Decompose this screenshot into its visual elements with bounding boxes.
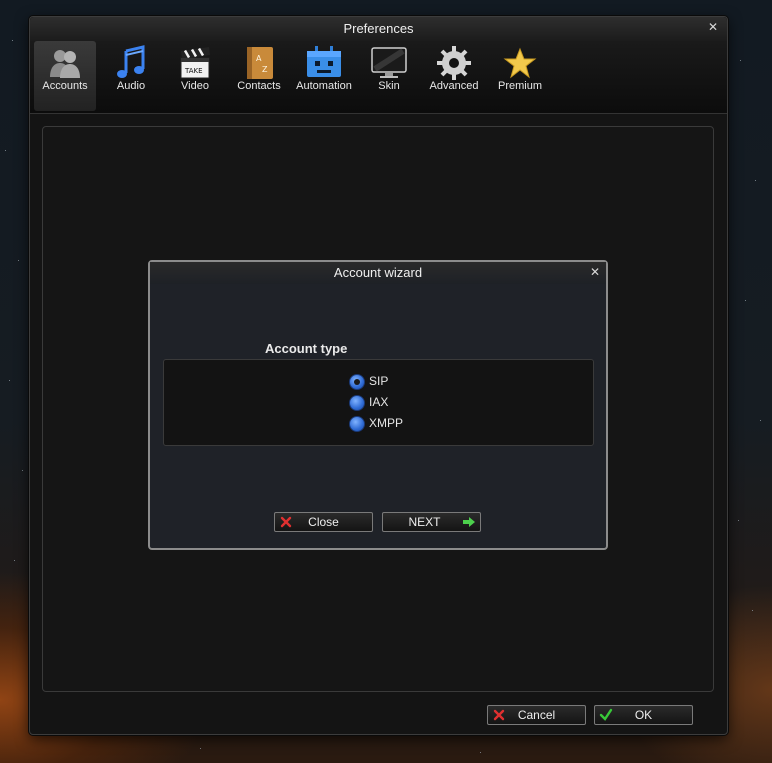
radio-iax-label: IAX bbox=[369, 395, 389, 409]
tab-video[interactable]: TAKE Video bbox=[164, 41, 226, 111]
radio-xmpp-label: XMPP bbox=[369, 416, 404, 430]
tab-accounts-label: Accounts bbox=[42, 80, 88, 92]
tab-audio[interactable]: Audio bbox=[100, 41, 162, 111]
close-button-label: Close bbox=[308, 515, 339, 529]
next-button[interactable]: NEXT bbox=[382, 512, 481, 532]
dialog-titlebar[interactable]: Account wizard ✕ bbox=[150, 262, 606, 284]
accounts-icon bbox=[50, 50, 80, 78]
clapperboard-icon: TAKE bbox=[180, 47, 210, 79]
tab-accounts[interactable]: Accounts bbox=[34, 41, 96, 111]
radio-sip-label: SIP bbox=[369, 374, 389, 388]
window-title: Preferences bbox=[343, 21, 414, 36]
robot-icon bbox=[307, 46, 341, 77]
account-type-group: SIP IAX XMPP bbox=[163, 359, 594, 446]
dialog-close-icon[interactable]: ✕ bbox=[588, 265, 602, 279]
tab-video-label: Video bbox=[181, 80, 209, 92]
ok-button-label: OK bbox=[634, 708, 653, 722]
arrow-right-icon bbox=[463, 517, 475, 527]
ok-button[interactable]: OK bbox=[594, 705, 693, 725]
window-close-button[interactable]: ✕ bbox=[705, 19, 721, 35]
tab-advanced-label: Advanced bbox=[429, 80, 479, 92]
tab-contacts-label: Contacts bbox=[237, 80, 281, 92]
star-icon bbox=[503, 47, 537, 79]
gear-icon bbox=[437, 46, 471, 80]
radio-iax-button[interactable] bbox=[349, 395, 365, 411]
cancel-button[interactable]: Cancel bbox=[487, 705, 586, 725]
account-type-label: Account type bbox=[265, 341, 348, 356]
tab-advanced[interactable]: Advanced bbox=[423, 41, 485, 111]
dialog-title: Account wizard bbox=[333, 265, 423, 280]
monitor-icon bbox=[371, 47, 407, 78]
radio-sip-button[interactable] bbox=[349, 374, 365, 390]
clapper-text: TAKE bbox=[184, 67, 203, 75]
tab-skin-label: Skin bbox=[378, 80, 400, 92]
next-button-label: NEXT bbox=[408, 515, 441, 529]
svg-text:A: A bbox=[256, 54, 262, 63]
svg-text:Z: Z bbox=[262, 65, 268, 74]
cancel-button-label: Cancel bbox=[517, 708, 556, 722]
tab-contacts[interactable]: A Z Contacts bbox=[228, 41, 290, 111]
tab-skin[interactable]: Skin bbox=[358, 41, 420, 111]
tab-audio-label: Audio bbox=[116, 80, 146, 92]
account-wizard-dialog: Account wizard ✕ Account type SIP IAX XM… bbox=[148, 260, 608, 550]
close-button[interactable]: Close bbox=[274, 512, 373, 532]
music-note-icon bbox=[117, 45, 145, 78]
tab-premium[interactable]: Premium bbox=[489, 41, 551, 111]
tab-premium-label: Premium bbox=[497, 80, 542, 92]
window-titlebar[interactable]: Preferences ✕ bbox=[30, 17, 727, 41]
tab-automation[interactable]: Automation bbox=[293, 41, 355, 111]
preferences-toolbar: Accounts Audio TAKE Video A Z Contacts A… bbox=[30, 41, 727, 114]
radio-xmpp-button[interactable] bbox=[349, 416, 365, 432]
tab-automation-label: Automation bbox=[296, 80, 352, 92]
address-book-icon: A Z bbox=[247, 47, 273, 79]
